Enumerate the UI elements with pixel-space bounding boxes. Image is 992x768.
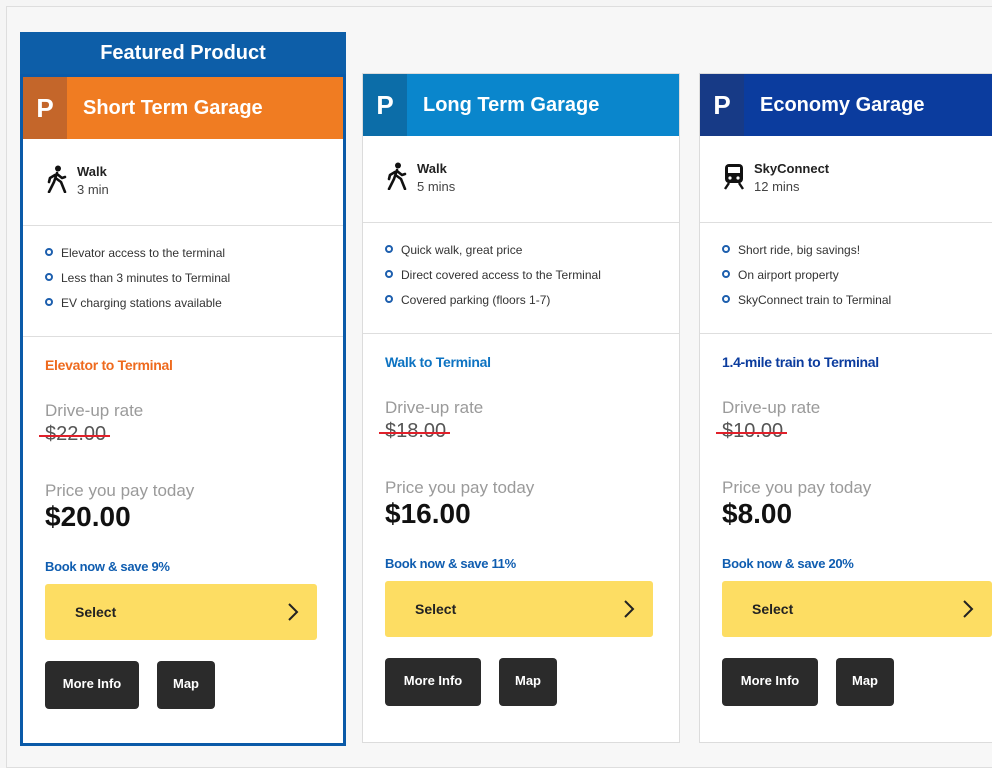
book-save-link[interactable]: Book now & save 11% [385,556,516,571]
bullet-icon [45,248,53,256]
feature-item: SkyConnect train to Terminal [722,293,891,307]
pay-today-label: Price you pay today [45,481,195,500]
feature-item: EV charging stations available [45,296,222,310]
travel-mode: SkyConnect 12 mins [700,136,992,223]
card-header: P Economy Garage [700,74,992,136]
feature-text: Short ride, big savings! [738,243,861,257]
bullet-icon [45,298,53,306]
feature-text: Less than 3 minutes to Terminal [61,271,231,285]
feature-item: Elevator access to the terminal [45,246,225,260]
transit-info: Walk to Terminal [385,354,491,370]
mode-time: 3 min [77,182,109,197]
price-today: $8.00 [722,498,793,529]
bullet-icon [385,245,393,253]
transit-info: 1.4-mile train to Terminal [722,354,879,370]
map-button[interactable]: Map [499,658,557,706]
mode-time: 12 mins [754,179,800,194]
card-title: Economy Garage [760,94,925,116]
feature-item: Less than 3 minutes to Terminal [45,271,230,285]
feature-list: Quick walk, great price Direct covered a… [363,223,679,334]
parking-card-long-term: P Long Term Garage Walk 5 mins Quick wal… [362,73,680,743]
bullet-icon [722,295,730,303]
more-info-button[interactable]: More Info [45,661,139,709]
chevron-right-icon [624,600,635,618]
drive-up-label: Drive-up rate [722,398,821,417]
pay-today-label: Price you pay today [722,478,872,497]
select-label: Select [752,601,794,617]
feature-item: Covered parking (floors 1-7) [385,293,550,307]
feature-text: EV charging stations available [61,296,222,310]
bullet-icon [722,245,730,253]
parking-p-icon: P [23,77,67,139]
feature-text: Direct covered access to the Terminal [401,268,601,282]
feature-item: On airport property [722,268,839,282]
drive-up-price: $22.00 [39,423,111,446]
select-label: Select [415,601,457,617]
chevron-right-icon [288,603,299,621]
travel-mode: Walk 5 mins [363,136,679,223]
price-today: $20.00 [45,501,131,532]
more-info-button[interactable]: More Info [722,658,818,706]
select-button[interactable]: Select [722,581,992,637]
book-save-link[interactable]: Book now & save 9% [45,559,170,574]
select-button[interactable]: Select [45,584,317,640]
mode-label: SkyConnect [754,161,830,176]
featured-banner: Featured Product [20,32,346,74]
feature-item: Short ride, big savings! [722,243,860,257]
drive-up-label: Drive-up rate [45,401,144,420]
more-info-button[interactable]: More Info [385,658,481,706]
feature-item: Direct covered access to the Terminal [385,268,601,282]
bullet-icon [385,295,393,303]
drive-up-price: $18.00 [379,420,451,443]
card-title: Short Term Garage [83,97,263,119]
parking-card-economy: P Economy Garage SkyConnect 12 mins Shor… [699,73,992,743]
feature-item: Quick walk, great price [385,243,522,257]
transit-info: Elevator to Terminal [45,357,173,373]
select-label: Select [75,604,117,620]
walk-icon [387,162,407,190]
parking-p-icon: P [700,74,744,136]
parking-p-icon: P [363,74,407,136]
pay-today-label: Price you pay today [385,478,535,497]
bullet-icon [45,273,53,281]
mode-label: Walk [417,161,447,176]
feature-text: SkyConnect train to Terminal [738,293,892,307]
map-button[interactable]: Map [157,661,215,709]
walk-icon [47,165,67,193]
bullet-icon [722,270,730,278]
map-button[interactable]: Map [836,658,894,706]
card-header: P Short Term Garage [23,77,343,139]
drive-up-label: Drive-up rate [385,398,484,417]
card-title: Long Term Garage [423,94,600,116]
train-icon [724,164,744,190]
mode-time: 5 mins [417,179,456,194]
feature-list: Short ride, big savings! On airport prop… [700,223,992,334]
feature-text: On airport property [738,268,839,282]
feature-list: Elevator access to the terminal Less tha… [23,226,343,337]
feature-text: Elevator access to the terminal [61,246,226,260]
book-save-link[interactable]: Book now & save 20% [722,556,854,571]
feature-text: Quick walk, great price [401,243,523,257]
select-button[interactable]: Select [385,581,653,637]
price-today: $16.00 [385,498,471,529]
mode-label: Walk [77,164,107,179]
travel-mode: Walk 3 min [23,139,343,226]
parking-card-short-term: P Short Term Garage Walk 3 min Elevator … [20,74,346,746]
bullet-icon [385,270,393,278]
feature-text: Covered parking (floors 1-7) [401,293,551,307]
card-header: P Long Term Garage [363,74,679,136]
drive-up-price: $10.00 [716,420,788,443]
chevron-right-icon [963,600,974,618]
